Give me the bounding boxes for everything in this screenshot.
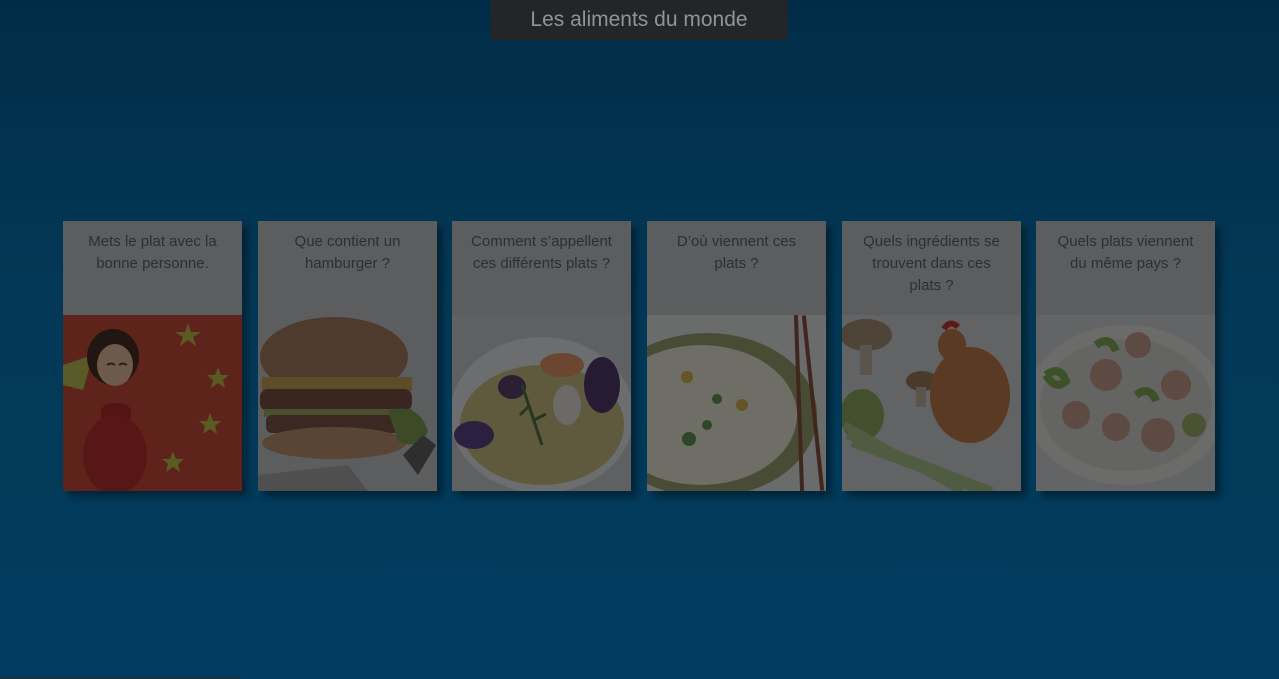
chinese-girl-flag-illustration-icon [63, 315, 242, 491]
activity-card-5[interactable]: Quels ingrédients se trouvent dans ces p… [842, 221, 1021, 491]
activity-cards: Mets le plat avec la bonne personne. Que… [63, 221, 1215, 491]
card-caption: Quels ingrédients se trouvent dans ces p… [842, 221, 1021, 315]
activity-card-2[interactable]: Que contient un hamburger ? [258, 221, 437, 491]
activity-card-4[interactable]: D’où viennent ces plats ? [647, 221, 826, 491]
card-caption: Mets le plat avec la bonne personne. [63, 221, 242, 315]
activity-card-1[interactable]: Mets le plat avec la bonne personne. [63, 221, 242, 491]
activity-card-6[interactable]: Quels plats viennent du même pays ? [1036, 221, 1215, 491]
rice-plate-chopsticks-illustration-icon [647, 315, 826, 491]
card-caption: Que contient un hamburger ? [258, 221, 437, 315]
hamburger-illustration-icon [258, 315, 437, 491]
card-caption: D’où viennent ces plats ? [647, 221, 826, 315]
seafood-dish-illustration-icon [452, 315, 631, 491]
escargots-plate-illustration-icon [1036, 315, 1215, 491]
card-caption: Comment s’appellent ces différents plats… [452, 221, 631, 315]
card-caption: Quels plats viennent du même pays ? [1036, 221, 1215, 315]
activity-card-3[interactable]: Comment s’appellent ces différents plats… [452, 221, 631, 491]
page-title: Les aliments du monde [490, 0, 788, 40]
chicken-mushrooms-leek-illustration-icon [842, 315, 1021, 491]
